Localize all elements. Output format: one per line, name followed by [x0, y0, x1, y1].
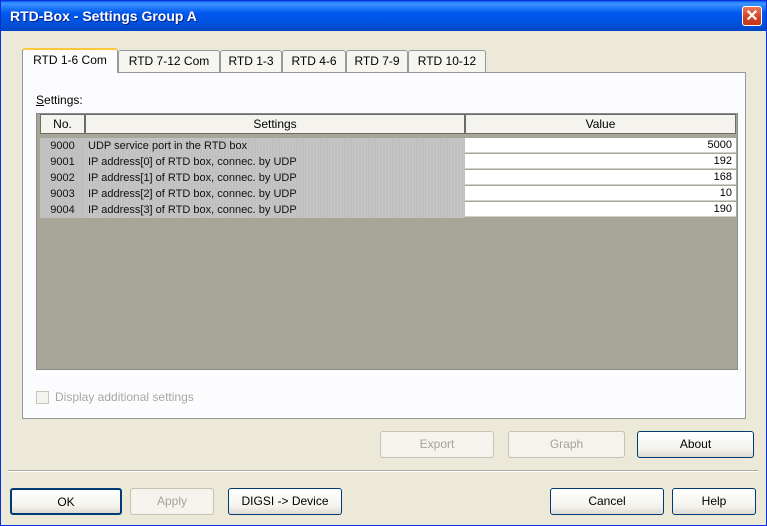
- row-setting: IP address[0] of RTD box, connec. by UDP: [85, 154, 465, 170]
- row-number: 9004: [40, 202, 85, 218]
- row-value[interactable]: 190: [465, 202, 736, 217]
- close-button[interactable]: ✕: [742, 6, 762, 26]
- digsi-to-device-button[interactable]: DIGSI -> Device: [228, 488, 342, 515]
- apply-button[interactable]: Apply: [130, 488, 214, 515]
- close-icon: ✕: [745, 8, 759, 25]
- row-number: 9003: [40, 186, 85, 202]
- row-setting: UDP service port in the RTD box: [85, 138, 465, 154]
- row-number: 9002: [40, 170, 85, 186]
- row-value[interactable]: 5000: [465, 138, 736, 153]
- table-row[interactable]: 9004 IP address[3] of RTD box, connec. b…: [37, 202, 737, 218]
- table-row[interactable]: 9002 IP address[1] of RTD box, connec. b…: [37, 170, 737, 186]
- display-additional-checkbox[interactable]: [36, 391, 49, 405]
- tab-rtd-10-12[interactable]: RTD 10-12: [408, 50, 486, 72]
- help-button[interactable]: Help: [672, 488, 756, 515]
- column-header-no[interactable]: No.: [40, 114, 85, 134]
- tab-rtd-1-6-com[interactable]: RTD 1-6 Com: [22, 48, 118, 73]
- table-row[interactable]: 9001 IP address[0] of RTD box, connec. b…: [37, 154, 737, 170]
- row-number: 9001: [40, 154, 85, 170]
- tab-rtd-7-9[interactable]: RTD 7-9: [346, 50, 408, 72]
- tab-rtd-7-12-com[interactable]: RTD 7-12 Com: [118, 50, 220, 72]
- settings-group-label: Settings:: [36, 93, 83, 107]
- table-row[interactable]: 9003 IP address[2] of RTD box, connec. b…: [37, 186, 737, 202]
- ok-button[interactable]: OK: [10, 488, 122, 515]
- window-title: RTD-Box - Settings Group A: [10, 8, 197, 24]
- export-button[interactable]: Export: [380, 431, 494, 458]
- display-additional-label: Display additional settings: [55, 390, 194, 404]
- row-value[interactable]: 168: [465, 170, 736, 185]
- column-header-settings[interactable]: Settings: [85, 114, 465, 134]
- tab-rtd-4-6[interactable]: RTD 4-6: [282, 50, 346, 72]
- row-setting: IP address[3] of RTD box, connec. by UDP: [85, 202, 465, 218]
- tab-rtd-1-3[interactable]: RTD 1-3: [220, 50, 282, 72]
- row-value[interactable]: 10: [465, 186, 736, 201]
- column-header-value[interactable]: Value: [465, 114, 736, 134]
- cancel-button[interactable]: Cancel: [550, 488, 664, 515]
- table-row[interactable]: 9000 UDP service port in the RTD box 500…: [37, 138, 737, 154]
- row-setting: IP address[2] of RTD box, connec. by UDP: [85, 186, 465, 202]
- button-separator: [8, 470, 758, 472]
- row-value[interactable]: 192: [465, 154, 736, 169]
- settings-grid[interactable]: No. Settings Value 9000 UDP service port…: [36, 113, 738, 370]
- graph-button[interactable]: Graph: [508, 431, 625, 458]
- row-setting: IP address[1] of RTD box, connec. by UDP: [85, 170, 465, 186]
- display-additional-settings[interactable]: Display additional settings: [36, 390, 194, 405]
- row-number: 9000: [40, 138, 85, 154]
- title-bar[interactable]: RTD-Box - Settings Group A ✕: [1, 1, 766, 31]
- about-button[interactable]: About: [637, 431, 754, 458]
